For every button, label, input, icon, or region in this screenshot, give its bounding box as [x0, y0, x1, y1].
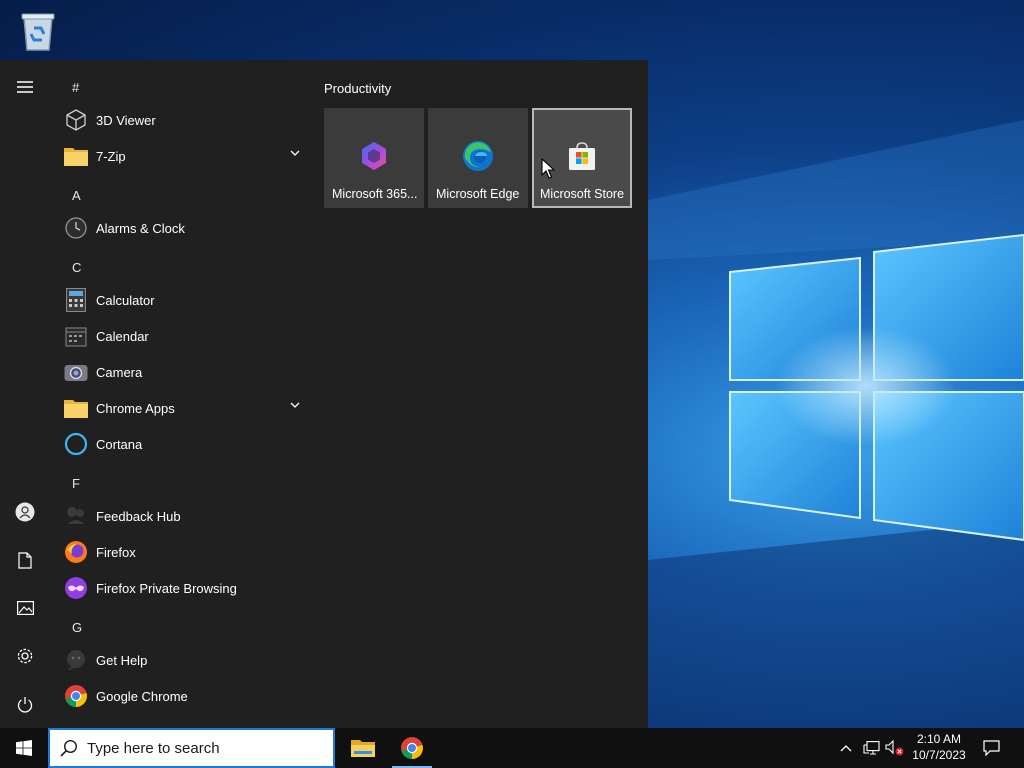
app-label: Google Chrome: [96, 688, 188, 704]
app-label: Feedback Hub: [96, 508, 181, 524]
folder-icon: [64, 396, 88, 420]
app-item-google-chrome[interactable]: Google Chrome: [58, 678, 310, 714]
hamburger-icon: [17, 81, 33, 93]
pictures-icon: [16, 601, 34, 615]
app-item-firefox[interactable]: Firefox: [58, 534, 310, 570]
search-icon: [60, 739, 78, 757]
chevron-down-icon[interactable]: [290, 150, 300, 156]
app-label: Calculator: [96, 292, 155, 308]
clock-icon: [64, 216, 88, 240]
calculator-icon: [64, 288, 88, 312]
taskbar-file-explorer[interactable]: [341, 728, 385, 768]
app-label: Get Help: [96, 652, 148, 668]
taskbar-clock[interactable]: 2:10 AM 10/7/2023: [908, 728, 970, 768]
app-item-7-zip[interactable]: 7-Zip: [58, 138, 310, 174]
taskbar-search-box[interactable]: [48, 728, 335, 768]
tiles-area: Productivity Microsoft 365... Microsoft …: [312, 60, 648, 728]
get-help-icon: [64, 648, 88, 672]
chrome-icon: [64, 684, 88, 708]
document-icon: [18, 551, 32, 569]
cube-icon: [64, 108, 88, 132]
taskbar-google-chrome[interactable]: [390, 728, 434, 768]
power-icon: [17, 696, 33, 713]
firefox-icon: [64, 540, 88, 564]
mouse-cursor-icon: [541, 158, 555, 179]
group-header-hash[interactable]: #: [72, 80, 79, 95]
volume-muted-icon: [885, 740, 904, 756]
group-header-g[interactable]: G: [72, 620, 82, 635]
tile-label: Microsoft Edge: [436, 187, 520, 201]
app-label: 3D Viewer: [96, 112, 156, 128]
app-label: Alarms & Clock: [96, 220, 185, 236]
app-item-calendar[interactable]: Calendar: [58, 318, 310, 354]
start-nav-rail: [0, 60, 50, 728]
app-item-calculator[interactable]: Calculator: [58, 282, 310, 318]
recycle-bin-icon[interactable]: [14, 6, 62, 54]
app-item-alarms-clock[interactable]: Alarms & Clock: [58, 210, 310, 246]
app-list: # 3D Viewer 7-Zip A Alarms & Clock C Cal…: [50, 60, 312, 728]
feedback-hub-icon: [64, 504, 88, 528]
action-center-button[interactable]: [976, 728, 1006, 768]
app-item-chrome-apps[interactable]: Chrome Apps: [58, 390, 310, 426]
app-item-firefox-private[interactable]: Firefox Private Browsing: [58, 570, 310, 606]
tile-label: Microsoft 365...: [332, 187, 418, 201]
volume-button[interactable]: [884, 728, 906, 768]
clock-time: 2:10 AM: [916, 732, 962, 746]
group-header-a[interactable]: A: [72, 188, 81, 203]
network-icon: [862, 741, 880, 755]
edge-icon: [463, 141, 493, 171]
taskbar: 2:10 AM 10/7/2023: [0, 728, 1024, 768]
store-icon: [569, 142, 595, 170]
group-header-f[interactable]: F: [72, 476, 80, 491]
group-header-c[interactable]: C: [72, 260, 81, 275]
cortana-icon: [64, 432, 88, 456]
chrome-icon: [401, 737, 423, 759]
settings-icon: [17, 648, 33, 664]
folder-icon: [64, 144, 88, 168]
app-item-camera[interactable]: Camera: [58, 354, 310, 390]
user-account-button[interactable]: [0, 492, 50, 532]
app-item-get-help[interactable]: Get Help: [58, 642, 310, 678]
tile-microsoft-edge[interactable]: Microsoft Edge: [428, 108, 528, 208]
show-hidden-icons-button[interactable]: [836, 728, 856, 768]
app-label: Firefox: [96, 544, 136, 560]
clock-date: 10/7/2023: [912, 748, 966, 762]
settings-button[interactable]: [0, 636, 50, 676]
power-button[interactable]: [0, 684, 50, 724]
chevron-down-icon[interactable]: [290, 402, 300, 408]
app-label: Camera: [96, 364, 143, 380]
firefox-private-icon: [64, 576, 88, 600]
windows-logo-icon: [16, 740, 32, 756]
calendar-icon: [64, 324, 88, 348]
documents-button[interactable]: [0, 540, 50, 580]
app-item-cortana[interactable]: Cortana: [58, 426, 310, 462]
tile-microsoft-365[interactable]: Microsoft 365...: [324, 108, 424, 208]
app-label: Chrome Apps: [96, 400, 175, 416]
app-label: Cortana: [96, 436, 143, 452]
microsoft-365-icon: [362, 142, 386, 170]
app-item-3d-viewer[interactable]: 3D Viewer: [58, 102, 310, 138]
pictures-button[interactable]: [0, 588, 50, 628]
camera-icon: [64, 360, 88, 384]
search-input[interactable]: [87, 739, 307, 757]
tiles-group-heading[interactable]: Productivity: [324, 81, 391, 96]
app-label: Firefox Private Browsing: [96, 580, 237, 596]
network-button[interactable]: [860, 728, 882, 768]
app-item-feedback-hub[interactable]: Feedback Hub: [58, 498, 310, 534]
app-label: 7-Zip: [96, 148, 126, 164]
notification-icon: [982, 740, 1000, 756]
file-explorer-icon: [351, 740, 375, 757]
tile-label: Microsoft Store: [540, 187, 625, 201]
chevron-up-icon: [840, 744, 852, 751]
hamburger-menu-button[interactable]: [0, 67, 50, 107]
start-button[interactable]: [0, 728, 48, 768]
user-icon: [15, 502, 35, 522]
app-label: Calendar: [96, 328, 149, 344]
